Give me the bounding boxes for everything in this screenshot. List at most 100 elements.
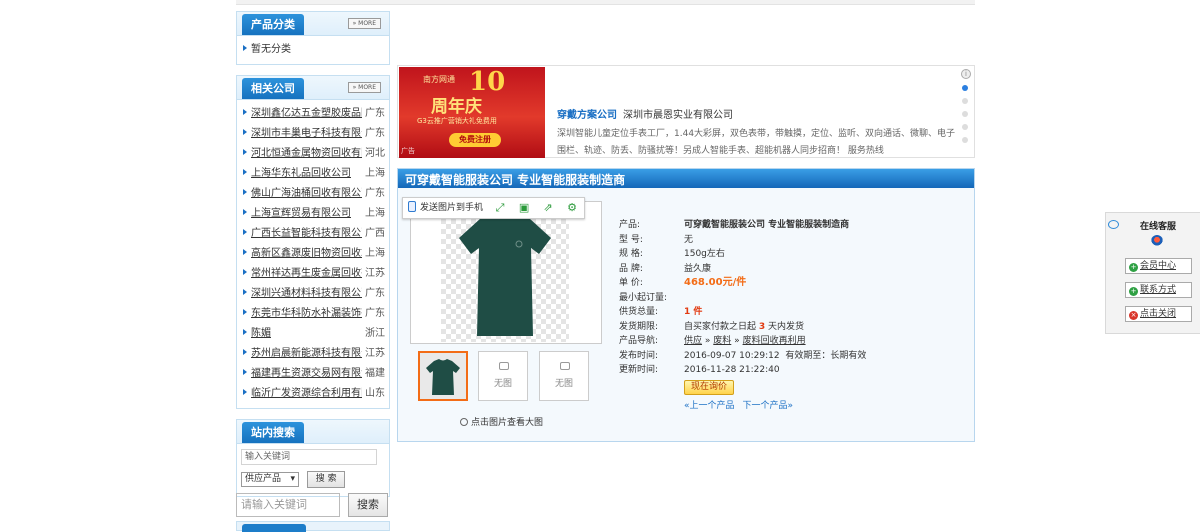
related-companies-box: 相关公司 » MORE 深圳鑫亿达五金塑胶废品回收站广东深圳市丰巢电子科技有限公…	[236, 75, 390, 409]
company-link[interactable]: 苏州启晨新能源科技有限公司	[251, 344, 365, 364]
company-link[interactable]: 常州祥达再生废金属回收有限公司	[251, 264, 365, 284]
site-search-input[interactable]: 输入关键词	[241, 449, 377, 465]
nav-recycle-link[interactable]: 废料回收再利用	[743, 336, 806, 346]
view-large-image-link[interactable]: 点击图片查看大图	[460, 415, 543, 428]
member-center-button[interactable]: + 会员中心	[1125, 258, 1192, 274]
ad-title-link[interactable]: 穿戴方案公司	[557, 110, 617, 121]
expand-icon[interactable]: ⤢	[488, 198, 512, 218]
company-row[interactable]: 上海华东礼品回收公司 上海	[243, 164, 385, 184]
qq-icon[interactable]	[1151, 235, 1163, 247]
company-link[interactable]: 上海宣辉贸易有限公司	[251, 204, 365, 224]
next-product-link[interactable]: 下一个产品»	[743, 401, 794, 411]
company-row[interactable]: 深圳鑫亿达五金塑胶废品回收站广东	[243, 104, 385, 124]
bottom-search-input[interactable]: 请输入关键词	[236, 493, 340, 517]
contact-button[interactable]: + 联系方式	[1125, 282, 1192, 298]
ad-image[interactable]: 南方网通 10 周年庆 G3云推广营销大礼免费用 免费注册 广告	[399, 67, 545, 158]
category-more-button[interactable]: » MORE	[347, 18, 381, 29]
close-service-button[interactable]: × 点击关闭	[1125, 306, 1192, 322]
product-info: 产品: 可穿戴智能服装公司 专业智能服装制造商 型 号: 无 规 格: 150g左右 …	[619, 220, 867, 411]
company-link[interactable]: 福建再生资源交易网有限责任公司	[251, 364, 365, 384]
search-type-select[interactable]: 供应产品 ▾	[241, 472, 299, 487]
gear-icon[interactable]: ⚙	[560, 198, 584, 218]
bottom-search-button[interactable]: 搜索	[348, 493, 388, 517]
plus-icon: +	[1129, 263, 1138, 272]
triangle-icon	[243, 289, 247, 295]
company-row[interactable]: 上海宣辉贸易有限公司 上海	[243, 204, 385, 224]
company-row[interactable]: 福建再生资源交易网有限责任公司福建	[243, 364, 385, 384]
company-province: 浙江	[362, 324, 385, 344]
ad-register-button[interactable]: 免费注册	[449, 133, 501, 147]
carousel-dot[interactable]	[962, 124, 968, 130]
triangle-icon	[243, 169, 247, 175]
nav-waste-link[interactable]: 废料	[713, 336, 731, 346]
carousel-dot[interactable]	[962, 85, 968, 91]
save-icon[interactable]: ▣	[512, 198, 536, 218]
carousel-dot[interactable]	[962, 111, 968, 117]
product-brand: 益久康	[684, 263, 712, 274]
triangle-icon	[243, 269, 247, 275]
company-row[interactable]: 临沂广发资源综合利用有限公司山东	[243, 384, 385, 404]
company-row[interactable]: 佛山广海油桶回收有限公司 广东	[243, 184, 385, 204]
category-title: 产品分类	[242, 14, 304, 35]
company-row[interactable]: 苏州启晨新能源科技有限公司江苏	[243, 344, 385, 364]
site-search-button[interactable]: 搜 索	[307, 471, 346, 488]
company-row[interactable]: 常州祥达再生废金属回收有限公司江苏	[243, 264, 385, 284]
product-price: 468.00元/件	[684, 277, 747, 288]
company-row[interactable]: 高新区鑫源废旧物资回收站 上海	[243, 244, 385, 264]
triangle-icon	[243, 109, 247, 115]
company-link[interactable]: 陈媚	[251, 324, 365, 344]
product-name: 可穿戴智能服装公司 专业智能服装制造商	[684, 220, 850, 230]
product-main-image[interactable]	[410, 201, 602, 344]
close-icon: ×	[1129, 311, 1138, 320]
related-more-button[interactable]: » MORE	[347, 82, 381, 93]
prev-product-link[interactable]: «上一个产品	[684, 401, 735, 411]
top-bar	[236, 0, 975, 5]
company-province: 江苏	[362, 264, 385, 284]
triangle-icon	[243, 249, 247, 255]
company-link[interactable]: 佛山广海油桶回收有限公司	[251, 184, 365, 204]
company-link[interactable]: 上海华东礼品回收公司	[251, 164, 365, 184]
triangle-icon	[243, 129, 247, 135]
product-panel: 可穿戴智能服装公司 专业智能服装制造商 发送图片到手机 ⤢ ▣ ⇗ ⚙ 无图 无…	[397, 168, 975, 442]
ad-banner[interactable]: 南方网通 10 周年庆 G3云推广营销大礼免费用 免费注册 广告 穿戴方案公司深…	[397, 65, 975, 158]
site-search-title: 站内搜索	[242, 422, 304, 443]
thumbnail-3[interactable]: 无图	[539, 351, 589, 401]
carousel-dot[interactable]	[962, 137, 968, 143]
company-link[interactable]: 深圳鑫亿达五金塑胶废品回收站	[251, 104, 365, 124]
company-row[interactable]: 陈媚 浙江	[243, 324, 385, 344]
company-link[interactable]: 深圳兴通材料科技有限公司	[251, 284, 365, 304]
update-time: 2016-11-28 21:22:40	[684, 365, 780, 375]
company-row[interactable]: 深圳兴通材料科技有限公司 广东	[243, 284, 385, 304]
info-icon[interactable]: i	[961, 69, 971, 79]
thumbnail-2[interactable]: 无图	[478, 351, 528, 401]
company-row[interactable]: 深圳市丰巢电子科技有限公司广东	[243, 124, 385, 144]
product-model: 无	[684, 234, 694, 245]
next-box-partial	[236, 521, 390, 532]
company-province: 河北	[362, 144, 385, 164]
company-link[interactable]: 东莞市华科防水补漏装饰有限公司	[251, 304, 365, 324]
camera-icon	[499, 362, 509, 370]
company-row[interactable]: 河北恒通金属物资回收有限公司河北	[243, 144, 385, 164]
company-row[interactable]: 东莞市华科防水补漏装饰有限公司广东	[243, 304, 385, 324]
company-link[interactable]: 高新区鑫源废旧物资回收站	[251, 244, 365, 264]
phone-icon	[408, 201, 416, 212]
share-icon[interactable]: ⇗	[536, 198, 560, 218]
company-link[interactable]: 临沂广发资源综合利用有限公司	[251, 384, 365, 404]
ad-carousel-dots	[962, 85, 968, 150]
company-link[interactable]: 广西长益智能科技有限公司	[251, 224, 365, 244]
company-link[interactable]: 深圳市丰巢电子科技有限公司	[251, 124, 365, 144]
category-item[interactable]: 暂无分类	[243, 40, 385, 60]
inquiry-button[interactable]: 现在询价	[684, 379, 735, 395]
nav-supply-link[interactable]: 供应	[684, 336, 702, 346]
company-province: 广东	[362, 284, 385, 304]
triangle-icon	[243, 149, 247, 155]
triangle-icon	[243, 369, 247, 375]
thumbnail-1[interactable]	[418, 351, 468, 401]
company-link[interactable]: 河北恒通金属物资回收有限公司	[251, 144, 365, 164]
product-spec: 150g左右	[684, 249, 725, 259]
carousel-dot[interactable]	[962, 98, 968, 104]
send-to-phone-button[interactable]: 发送图片到手机	[403, 198, 488, 218]
company-province: 江苏	[362, 344, 385, 364]
company-row[interactable]: 广西长益智能科技有限公司 广西	[243, 224, 385, 244]
company-province: 广东	[362, 304, 385, 324]
